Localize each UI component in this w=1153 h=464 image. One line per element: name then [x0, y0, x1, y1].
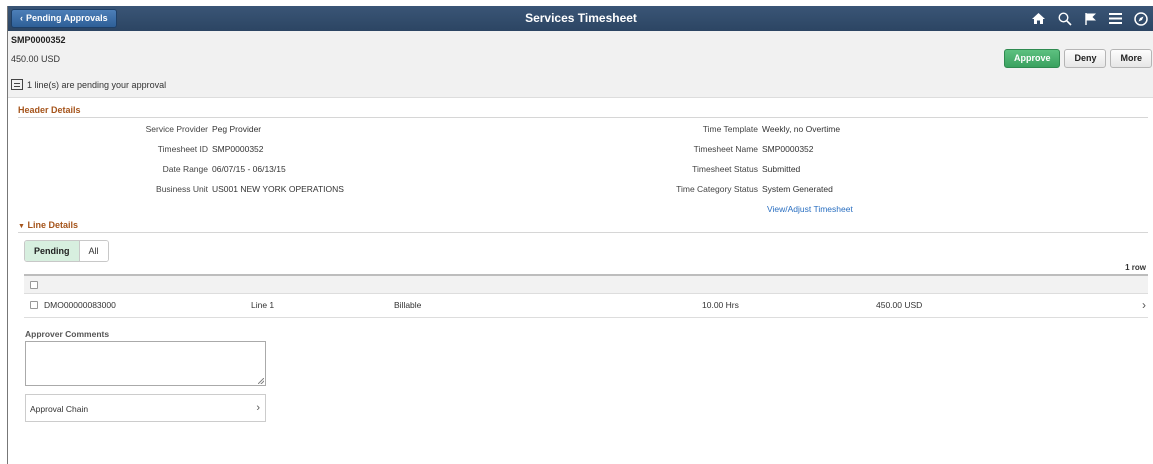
approval-chain-button[interactable]: Approval Chain ›	[25, 394, 266, 422]
field-date-range: Date Range 06/07/15 - 06/13/15	[18, 164, 286, 174]
row-line-number: Line 1	[251, 300, 275, 310]
grid-header	[24, 274, 1148, 294]
row-amount: 450.00 USD	[876, 300, 923, 310]
field-label: Date Range	[162, 164, 208, 174]
approve-button[interactable]: Approve	[1003, 49, 1061, 68]
field-label: Business Unit	[156, 184, 208, 194]
banner-icon-bar	[1031, 6, 1148, 31]
deny-button[interactable]: Deny	[1064, 49, 1107, 68]
view-adjust-timesheet-link[interactable]: View/Adjust Timesheet	[767, 204, 853, 214]
field-value: Submitted	[762, 164, 801, 174]
menu-icon[interactable]	[1109, 13, 1122, 24]
field-value: System Generated	[762, 184, 833, 194]
field-time-category-status: Time Category Status System Generated	[568, 184, 833, 194]
chevron-right-icon: ›	[256, 402, 260, 414]
field-value: Peg Provider	[212, 124, 262, 134]
field-timesheet-id: Timesheet ID SMP0000352	[18, 144, 264, 154]
field-value: Weekly, no Overtime	[762, 124, 841, 134]
table-row[interactable]: DMO00000083000 Line 1 Billable 10.00 Hrs…	[24, 294, 1148, 318]
pending-lines-notice: 1 line(s) are pending your approval	[11, 79, 166, 90]
field-value: US001 NEW YORK OPERATIONS	[212, 184, 344, 194]
header-details-divider	[18, 117, 1148, 118]
pending-lines-text: 1 line(s) are pending your approval	[27, 79, 167, 90]
row-hours: 10.00 Hrs	[702, 300, 739, 310]
field-timesheet-status: Timesheet Status Submitted	[568, 164, 800, 174]
field-service-provider: Service Provider Peg Provider	[18, 124, 262, 134]
approver-comments-textarea[interactable]	[25, 341, 266, 386]
field-label: Timesheet Status	[692, 164, 758, 174]
tab-pending[interactable]: Pending	[25, 241, 80, 261]
page-title: Services Timesheet	[525, 11, 637, 25]
field-label: Timesheet Name	[693, 144, 758, 154]
chevron-right-icon[interactable]: ›	[1142, 298, 1146, 312]
field-label: Time Category Status	[676, 184, 758, 194]
field-value: 06/07/15 - 06/13/15	[212, 164, 286, 174]
field-timesheet-name: Timesheet Name SMP0000352	[568, 144, 814, 154]
row-checkbox[interactable]	[30, 301, 38, 309]
field-value: SMP0000352	[762, 144, 814, 154]
timesheet-id-heading: SMP0000352	[11, 35, 66, 45]
compass-icon[interactable]	[1134, 11, 1148, 26]
field-label: Service Provider	[145, 124, 208, 134]
flag-icon[interactable]	[1084, 12, 1097, 26]
tab-all[interactable]: All	[79, 241, 108, 261]
line-details-title[interactable]: ▼ Line Details	[18, 220, 78, 230]
field-business-unit: Business Unit US001 NEW YORK OPERATIONS	[18, 184, 344, 194]
field-value: SMP0000352	[212, 144, 264, 154]
line-details-divider	[18, 232, 1148, 233]
search-icon[interactable]	[1058, 11, 1072, 26]
field-time-template: Time Template Weekly, no Overtime	[568, 124, 840, 134]
approval-chain-label: Approval Chain	[30, 404, 89, 414]
resize-handle-icon[interactable]	[258, 378, 264, 384]
row-count: 1 row	[1125, 263, 1146, 272]
header-details-title: Header Details	[18, 105, 81, 115]
approver-comments-label: Approver Comments	[25, 329, 110, 339]
page-frame: ‹ Pending Approvals Services Timesheet SM…	[7, 6, 1153, 464]
top-banner: ‹ Pending Approvals Services Timesheet	[8, 6, 1153, 31]
action-buttons: Approve Deny More	[1003, 49, 1152, 68]
line-details-label: Line Details	[27, 220, 78, 230]
field-label: Time Template	[702, 124, 758, 134]
more-button[interactable]: More	[1110, 49, 1152, 68]
total-amount: 450.00 USD	[11, 54, 61, 64]
row-line-id: DMO00000083000	[44, 300, 116, 310]
lines-icon	[11, 79, 23, 90]
caret-down-icon: ▼	[18, 223, 25, 230]
home-icon[interactable]	[1031, 12, 1046, 25]
row-billing-type: Billable	[394, 300, 422, 310]
line-filter-segmented: Pending All	[24, 240, 109, 262]
select-all-checkbox[interactable]	[30, 281, 38, 289]
approval-summary: SMP0000352 450.00 USD 1 line(s) are pend…	[8, 31, 1153, 98]
field-label: Timesheet ID	[157, 144, 208, 154]
